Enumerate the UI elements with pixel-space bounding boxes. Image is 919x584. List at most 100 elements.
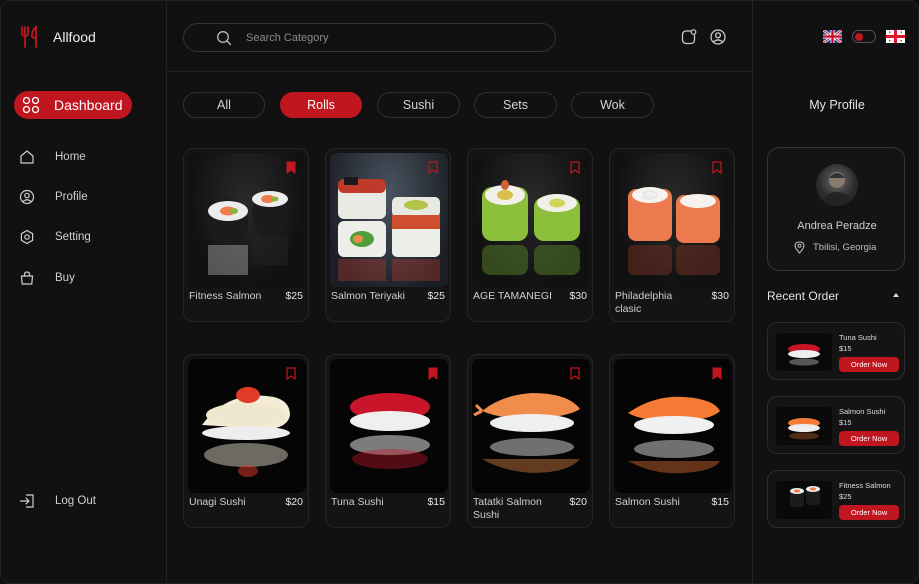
- tab-rolls[interactable]: Rolls: [280, 92, 362, 118]
- product-image: [188, 153, 306, 287]
- bookmark-icon[interactable]: [570, 367, 580, 380]
- order-price: $15: [839, 344, 852, 353]
- order-thumbnail: [776, 481, 832, 519]
- bag-icon: [20, 271, 34, 285]
- product-image: [472, 359, 590, 493]
- my-profile-title: My Profile: [809, 98, 865, 112]
- recent-order-item: Salmon Sushi $15 Order Now: [767, 396, 905, 454]
- bookmark-icon[interactable]: [570, 161, 580, 174]
- order-thumbnail: [776, 407, 832, 445]
- uk-flag-icon[interactable]: [823, 30, 842, 43]
- profile-location: Tbilisi, Georgia: [794, 241, 876, 254]
- profile-name: Andrea Peradze: [797, 220, 877, 232]
- product-image: [472, 153, 590, 287]
- product-price: $25: [427, 290, 445, 302]
- product-card[interactable]: Salmon Sushi $15: [609, 354, 735, 528]
- order-now-button[interactable]: Order Now: [839, 431, 899, 446]
- product-name: Unagi Sushi: [189, 496, 246, 508]
- brand-name: Allfood: [53, 29, 96, 45]
- product-image: [188, 359, 306, 493]
- avatar: [816, 164, 858, 206]
- collapse-caret-icon[interactable]: [893, 293, 899, 297]
- product-image: [614, 153, 732, 287]
- sidebar-item-profile[interactable]: Profile: [19, 189, 88, 205]
- header-divider: [167, 71, 752, 72]
- tab-sets[interactable]: Sets: [474, 92, 557, 118]
- order-name: Tuna Sushi: [839, 333, 877, 342]
- product-card[interactable]: Tatatki Salmon Sushi $20: [467, 354, 593, 528]
- tab-label: Sushi: [402, 98, 435, 112]
- product-name: Fitness Salmon: [189, 290, 262, 302]
- dashboard-grid-icon: [22, 96, 40, 114]
- sidebar-item-setting[interactable]: Setting: [19, 229, 91, 245]
- sidebar-item-label: Profile: [55, 191, 88, 203]
- sidebar-item-label: Setting: [55, 231, 91, 243]
- product-price: $20: [285, 496, 303, 508]
- product-name: AGE TAMANEGI: [473, 290, 552, 302]
- sidebar-item-label: Buy: [55, 272, 75, 284]
- sidebar: Allfood Dashboard Home Profile Setting B…: [1, 1, 167, 583]
- bookmark-icon[interactable]: [712, 367, 722, 380]
- product-image: [330, 359, 448, 493]
- bookmark-icon[interactable]: [286, 367, 296, 380]
- app-window: Allfood Dashboard Home Profile Setting B…: [0, 0, 919, 584]
- tab-sushi[interactable]: Sushi: [377, 92, 460, 118]
- sidebar-item-home[interactable]: Home: [19, 149, 86, 165]
- product-name: Salmon Teriyaki: [331, 290, 405, 302]
- product-card[interactable]: Philadelphia clasic $30: [609, 148, 735, 322]
- product-card[interactable]: Salmon Teriyaki $25: [325, 148, 451, 322]
- tab-wok[interactable]: Wok: [571, 92, 654, 118]
- logout-label: Log Out: [55, 495, 96, 507]
- product-price: $25: [285, 290, 303, 302]
- sidebar-item-label: Dashboard: [54, 97, 123, 113]
- bookmark-icon[interactable]: [428, 367, 438, 380]
- account-icon[interactable]: [709, 28, 727, 46]
- product-price: $30: [711, 290, 729, 302]
- recent-order-title: Recent Order: [767, 289, 840, 303]
- search-bar[interactable]: [183, 23, 556, 52]
- tab-label: Sets: [502, 98, 528, 112]
- product-name: Philadelphia clasic: [615, 290, 673, 315]
- recent-order-item: Tuna Sushi $15 Order Now: [767, 322, 905, 380]
- right-panel: My Profile Andrea Peradze Tbilisi, Georg…: [752, 1, 918, 583]
- product-card[interactable]: Fitness Salmon $25: [183, 148, 309, 322]
- sidebar-item-buy[interactable]: Buy: [19, 270, 75, 286]
- brand[interactable]: Allfood: [19, 25, 96, 49]
- toggle-knob: [855, 33, 863, 41]
- theme-toggle[interactable]: [852, 30, 876, 43]
- logout-icon: [19, 494, 34, 508]
- notification-icon[interactable]: [680, 28, 698, 46]
- sidebar-item-label: Home: [55, 151, 86, 163]
- tab-all[interactable]: All: [183, 92, 265, 118]
- product-name: Tatatki Salmon Sushi: [473, 496, 542, 521]
- order-now-button[interactable]: Order Now: [839, 357, 899, 372]
- fork-knife-logo-icon: [21, 25, 37, 48]
- product-name: Salmon Sushi: [615, 496, 680, 508]
- product-image: [614, 359, 732, 493]
- profile-card[interactable]: Andrea Peradze Tbilisi, Georgia: [767, 147, 905, 271]
- bookmark-icon[interactable]: [286, 161, 296, 174]
- product-price: $30: [569, 290, 587, 302]
- product-price: $15: [427, 496, 445, 508]
- product-card[interactable]: Tuna Sushi $15: [325, 354, 451, 528]
- order-now-button[interactable]: Order Now: [839, 505, 899, 520]
- bookmark-icon[interactable]: [428, 161, 438, 174]
- order-price: $25: [839, 492, 852, 501]
- product-card[interactable]: AGE TAMANEGI $30: [467, 148, 593, 322]
- tab-label: Rolls: [307, 98, 335, 112]
- recent-order-item: Fitness Salmon $25 Order Now: [767, 470, 905, 528]
- search-icon: [217, 30, 232, 45]
- bookmark-icon[interactable]: [712, 161, 722, 174]
- sidebar-item-dashboard[interactable]: Dashboard: [14, 91, 132, 119]
- georgia-flag-icon[interactable]: [886, 30, 905, 43]
- search-input[interactable]: [246, 31, 526, 44]
- tab-label: All: [217, 98, 231, 112]
- product-card[interactable]: Unagi Sushi $20: [183, 354, 309, 528]
- product-image: [330, 153, 448, 287]
- logout-button[interactable]: Log Out: [19, 493, 96, 509]
- profile-location-text: Tbilisi, Georgia: [813, 242, 877, 253]
- order-price: $15: [839, 418, 852, 427]
- order-thumbnail: [776, 333, 832, 371]
- tab-label: Wok: [600, 98, 625, 112]
- product-price: $20: [569, 496, 587, 508]
